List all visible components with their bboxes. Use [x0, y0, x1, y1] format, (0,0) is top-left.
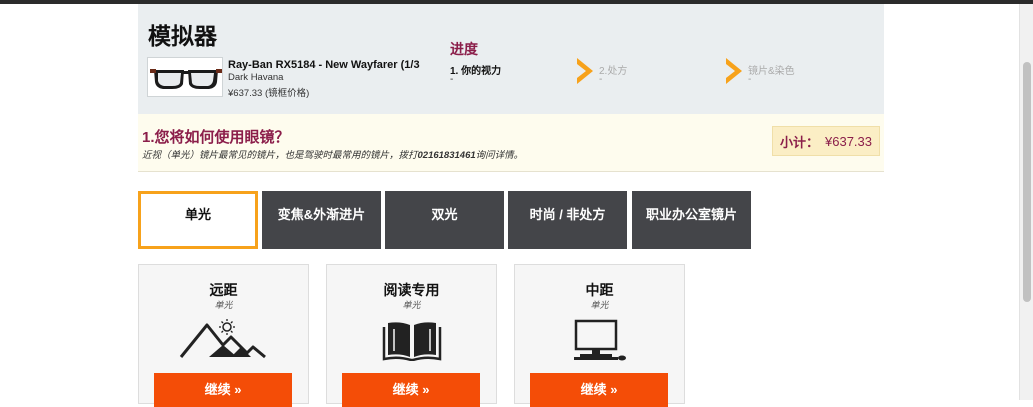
glasses-icon [150, 69, 222, 89]
scrollbar-thumb[interactable] [1023, 62, 1031, 302]
tab-office-lens[interactable]: 职业办公室镜片 [632, 191, 751, 249]
question-panel: 1.您将如何使用眼镜？ 近视（单光）镜片最常见的镜片，也是驾驶时最常用的镜片，拨… [138, 114, 884, 172]
simulator-header: 模拟器 Ray-Ban RX5184 - New Wayfarer (1/3 D… [138, 4, 884, 114]
desktop-computer-icon [573, 319, 626, 361]
tab-single-vision[interactable]: 单光 [138, 191, 258, 249]
progress-step-lens-tint[interactable]: 镜片&染色 [748, 62, 795, 77]
progress-step-vision[interactable]: 1. 你的视力 [450, 62, 501, 77]
card-subtitle: 单光 [402, 300, 421, 310]
question-description: 近视（单光）镜片最常见的镜片，也是驾驶时最常用的镜片，拨打02161831461… [142, 147, 523, 161]
page-scrollbar[interactable] [1019, 4, 1033, 400]
progress-step-vision-value: - [450, 74, 454, 85]
progress-step-lens-tint-value: - [748, 74, 752, 85]
continue-button-distance[interactable]: 继续 » [154, 373, 292, 407]
page-title: 模拟器 [148, 23, 217, 49]
product-name: Ray-Ban RX5184 - New Wayfarer (1/3 [228, 59, 420, 71]
chevron-right-icon [577, 58, 593, 84]
mountain-sun-icon [179, 319, 266, 359]
card-subtitle: 单光 [214, 300, 233, 310]
option-card-reading: 阅读专用 单光 继续 » [326, 264, 497, 407]
subtotal-label: 小计： [779, 134, 819, 150]
option-card-intermediate: 中距 单光 继续 » [514, 264, 685, 407]
tab-fashion-non-rx[interactable]: 时尚 / 非处方 [508, 191, 627, 249]
tab-progressive[interactable]: 变焦&外渐进片 [262, 191, 381, 249]
question-desc-suffix: 询问详情。 [475, 150, 524, 161]
progress-step-prescription[interactable]: 2.处方 [599, 62, 627, 77]
question-title: 1.您将如何使用眼镜？ [142, 129, 290, 146]
product-color: Dark Havana [228, 72, 284, 83]
product-thumbnail [147, 57, 223, 97]
progress-title: 进度 [450, 41, 478, 57]
card-title: 阅读专用 [383, 282, 440, 298]
subtotal-value: ¥637.33 [825, 133, 872, 149]
progress-step-prescription-value: - [599, 74, 603, 85]
card-title: 中距 [585, 282, 614, 298]
question-desc-text: 近视（单光）镜片最常见的镜片，也是驾驶时最常用的镜片，拨打 [142, 150, 418, 161]
card-title: 远距 [209, 282, 238, 298]
chevron-right-icon [726, 58, 742, 84]
product-price: ¥637.33 (镜框价格) [228, 88, 310, 99]
subtotal-box: 小计： ¥637.33 [772, 126, 880, 156]
phone-number: 02161831461 [417, 150, 476, 161]
continue-button-intermediate[interactable]: 继续 » [530, 373, 668, 407]
card-subtitle: 单光 [590, 300, 609, 310]
option-card-distance: 远距 单光 继续 » [138, 264, 309, 407]
open-book-icon [382, 322, 441, 361]
continue-button-reading[interactable]: 继续 » [342, 373, 480, 407]
tab-bifocal[interactable]: 双光 [385, 191, 504, 249]
